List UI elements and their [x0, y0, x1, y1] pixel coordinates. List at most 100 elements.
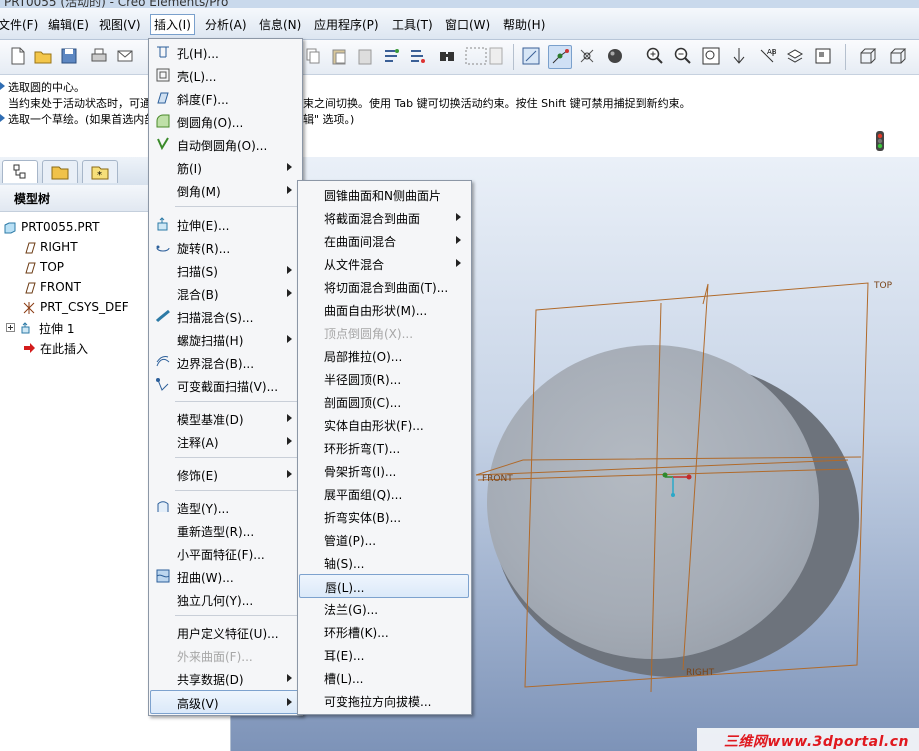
saved-views-icon[interactable]: AB	[756, 45, 778, 67]
regen-manager-icon[interactable]	[406, 45, 428, 67]
extrude-icon	[21, 322, 30, 334]
menu-item-foreign-surface[interactable]: 外来曲面(F)...	[149, 644, 302, 666]
menu-item-blend-tangent[interactable]: 将切面混合到曲面(T)...	[298, 275, 471, 297]
menu-item-independent-geometry[interactable]: 独立几何(Y)...	[149, 588, 302, 610]
new-file-icon[interactable]	[6, 45, 28, 67]
datum-axes-icon[interactable]	[548, 45, 572, 69]
menu-item-variable-pull-draft[interactable]: 可变拖拉方向拔模...	[298, 689, 471, 711]
menu-item-ear[interactable]: 耳(E)...	[298, 643, 471, 665]
menu-item-cosmetic[interactable]: 修饰(E)	[149, 463, 302, 485]
style-icon	[157, 501, 169, 512]
menu-applications[interactable]: 应用程序(P)	[314, 16, 379, 33]
menu-item-extrude[interactable]: 拉伸(E)...	[149, 213, 302, 235]
menu-window[interactable]: 窗口(W)	[445, 16, 490, 33]
menu-item-local-push[interactable]: 局部推拉(O)...	[298, 344, 471, 366]
find-icon[interactable]	[436, 45, 458, 67]
menu-item-style[interactable]: 造型(Y)...	[149, 496, 302, 518]
menu-item-warp[interactable]: 扭曲(W)...	[149, 565, 302, 587]
menu-view[interactable]: 视图(V)	[99, 16, 141, 33]
tab-model-tree[interactable]	[2, 160, 38, 183]
regenerate-icon[interactable]	[380, 45, 402, 67]
menu-item-vertex-round[interactable]: 顶点倒圆角(X)...	[298, 321, 471, 343]
menu-item-solid-free-form[interactable]: 实体自由形状(F)...	[298, 413, 471, 435]
var-sweep-icon	[156, 378, 169, 391]
menu-item-swept-blend[interactable]: 扫描混合(S)...	[149, 305, 302, 327]
menu-item-chamfer[interactable]: 倒角(M)	[149, 179, 302, 201]
menu-item-neck[interactable]: 环形槽(K)...	[298, 620, 471, 642]
menu-item-flange[interactable]: 法兰(G)...	[298, 597, 471, 619]
menu-item-bend-body[interactable]: 折弯实体(B)...	[298, 505, 471, 527]
layers-icon[interactable]	[784, 45, 806, 67]
menu-item-advanced[interactable]: 高级(V)	[150, 690, 300, 714]
menu-item-rib[interactable]: 筋(I)	[149, 156, 302, 178]
menu-item-pipe[interactable]: 管道(P)...	[298, 528, 471, 550]
menu-item-section-dome[interactable]: 剖面圆顶(C)...	[298, 390, 471, 412]
menu-item-boundary-blend[interactable]: 边界混合(B)...	[149, 351, 302, 373]
paste-icon[interactable]	[328, 45, 350, 67]
menu-item-slot[interactable]: 槽(L)...	[298, 666, 471, 688]
datum-label-front: FRONT	[482, 474, 513, 484]
menu-separator	[175, 615, 297, 616]
zoom-out-icon[interactable]	[672, 45, 694, 67]
menu-item-auto-round[interactable]: 自动倒圆角(O)...	[149, 133, 302, 155]
menu-help[interactable]: 帮助(H)	[503, 16, 545, 33]
menu-item-helical-sweep[interactable]: 螺旋扫描(H)	[149, 328, 302, 350]
menu-item-flatten-quilt[interactable]: 展平面组(Q)...	[298, 482, 471, 504]
open-folder-icon[interactable]	[32, 45, 54, 67]
print-icon[interactable]	[88, 45, 110, 67]
menu-item-lip[interactable]: 唇(L)...	[299, 574, 469, 598]
wireframe-icon[interactable]	[856, 45, 878, 67]
menu-item-spinal-bend[interactable]: 骨架折弯(I)...	[298, 459, 471, 481]
zoom-in-icon[interactable]	[644, 45, 666, 67]
datum-points-icon[interactable]	[576, 45, 598, 67]
menu-item-blend-section-to-surface[interactable]: 将截面混合到曲面	[298, 206, 471, 228]
view-manager-icon[interactable]	[812, 45, 834, 67]
submenu-arrow-icon	[456, 236, 461, 244]
menu-item-facet-feature[interactable]: 小平面特征(F)...	[149, 542, 302, 564]
paste-special-icon[interactable]	[354, 45, 376, 67]
part-icon	[4, 222, 16, 234]
menu-item-revolve[interactable]: 旋转(R)...	[149, 236, 302, 258]
tab-folder-browser[interactable]	[42, 160, 78, 183]
refit-icon[interactable]	[700, 45, 722, 67]
menu-item-variable-sweep[interactable]: 可变截面扫描(V)...	[149, 374, 302, 396]
menu-item-annotation[interactable]: 注释(A)	[149, 430, 302, 452]
menu-item-round[interactable]: 倒圆角(O)...	[149, 110, 302, 132]
menu-item-restyle[interactable]: 重新造型(R)...	[149, 519, 302, 541]
menu-item-shell[interactable]: 壳(L)...	[149, 64, 302, 86]
sphere-shading-icon[interactable]	[604, 45, 626, 67]
menu-item-conic-surface[interactable]: 圆锥曲面和N侧曲面片	[298, 183, 471, 205]
menu-item-model-datum[interactable]: 模型基准(D)	[149, 407, 302, 429]
menu-item-hole[interactable]: 孔(H)...	[149, 41, 302, 63]
menu-item-sweep[interactable]: 扫描(S)	[149, 259, 302, 281]
menu-item-udf[interactable]: 用户定义特征(U)...	[149, 621, 302, 643]
menu-item-blend[interactable]: 混合(B)	[149, 282, 302, 304]
menu-item-toroidal-bend[interactable]: 环形折弯(T)...	[298, 436, 471, 458]
reorient-icon[interactable]	[728, 45, 750, 67]
menu-item-shaft[interactable]: 轴(S)...	[298, 551, 471, 573]
menu-item-shared-data[interactable]: 共享数据(D)	[149, 667, 302, 689]
datum-plane-icon	[25, 262, 36, 274]
hidden-line-icon[interactable]	[886, 45, 908, 67]
status-light-icon[interactable]	[873, 130, 887, 152]
send-mail-icon[interactable]	[114, 45, 136, 67]
menu-edit[interactable]: 编辑(E)	[48, 16, 89, 33]
tab-favorites[interactable]: *	[82, 160, 118, 183]
menu-insert[interactable]: 插入(I)	[150, 14, 195, 35]
submenu-arrow-icon	[287, 470, 292, 478]
selection-filter-icon[interactable]	[464, 45, 504, 67]
menu-file[interactable]: 文件(F)	[0, 16, 38, 33]
menu-tools[interactable]: 工具(T)	[392, 16, 433, 33]
expand-icon[interactable]	[6, 323, 15, 332]
menu-separator	[175, 206, 297, 207]
menu-item-blend-between-surfaces[interactable]: 在曲面间混合	[298, 229, 471, 251]
save-icon[interactable]	[58, 45, 80, 67]
datum-planes-icon[interactable]	[520, 45, 542, 67]
menu-item-surface-free-form[interactable]: 曲面自由形状(M)...	[298, 298, 471, 320]
menu-analysis[interactable]: 分析(A)	[205, 16, 247, 33]
menu-item-radius-dome[interactable]: 半径圆顶(R)...	[298, 367, 471, 389]
menu-item-blend-from-file[interactable]: 从文件混合	[298, 252, 471, 274]
copy-icon[interactable]	[302, 45, 324, 67]
menu-info[interactable]: 信息(N)	[259, 16, 301, 33]
menu-item-draft[interactable]: 斜度(F)...	[149, 87, 302, 109]
